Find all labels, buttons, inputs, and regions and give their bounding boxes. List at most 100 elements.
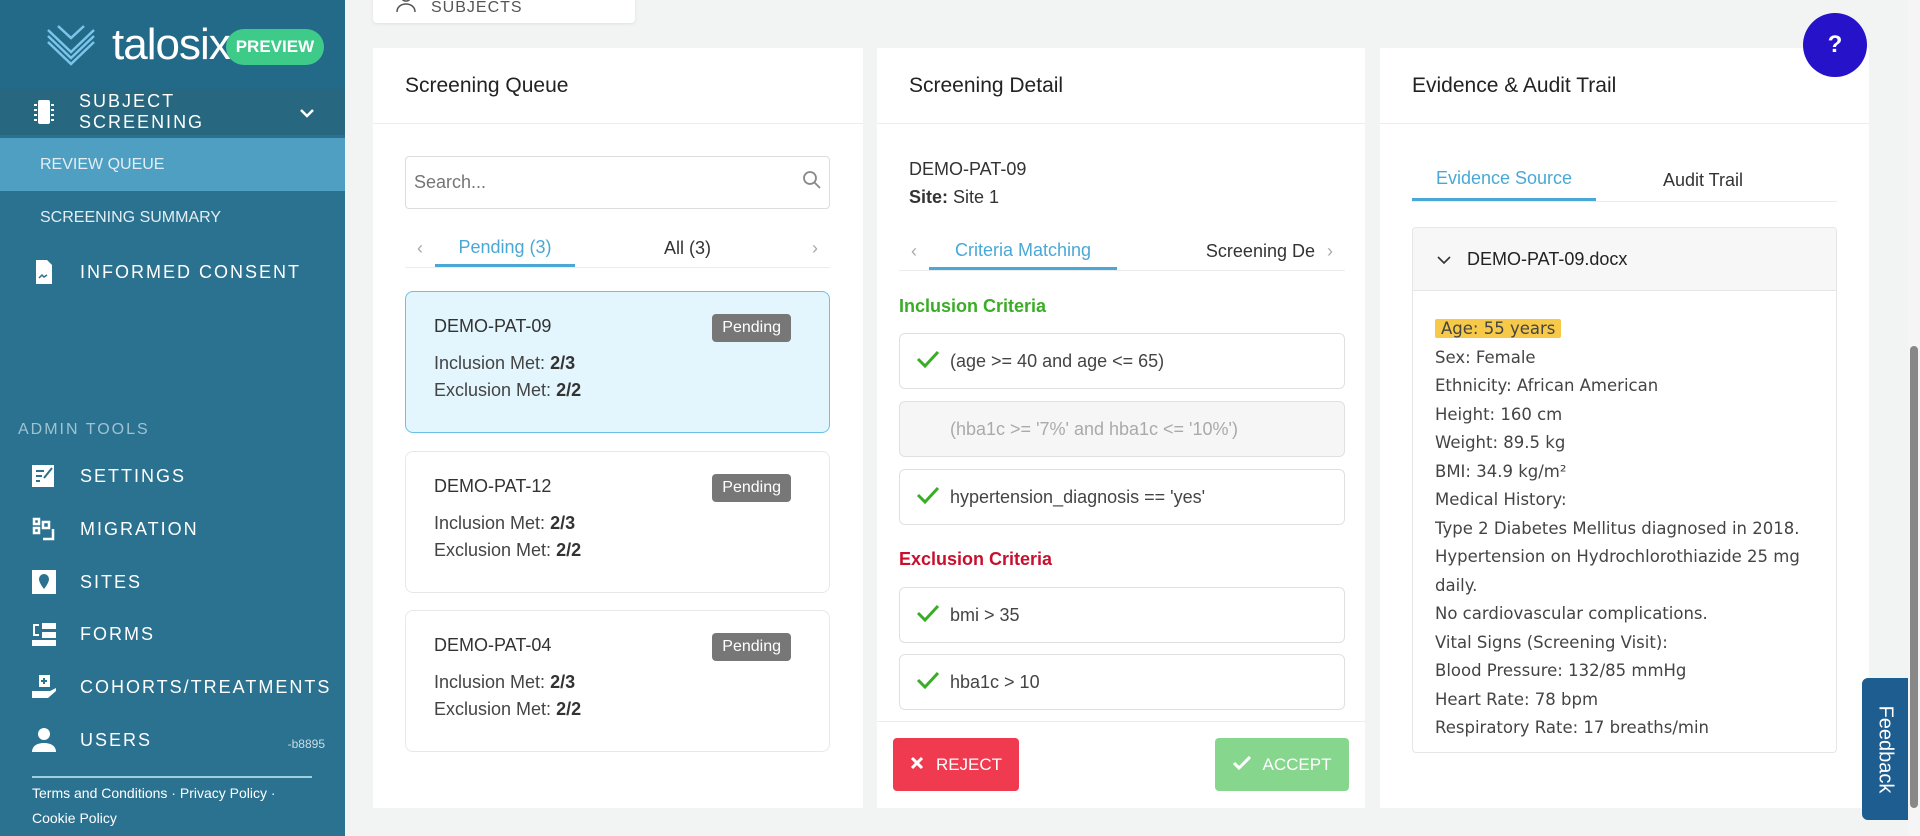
privacy-link[interactable]: Privacy Policy <box>180 785 267 801</box>
scrollbar-thumb[interactable] <box>1910 346 1918 808</box>
tab-audit-trail[interactable]: Audit Trail <box>1596 159 1810 201</box>
footer-links: Terms and Conditions · Privacy Policy · <box>32 785 276 801</box>
help-button[interactable]: ? <box>1803 13 1867 77</box>
logo[interactable]: talosix PREVIEW <box>0 0 345 89</box>
sidebar-item-review-queue[interactable]: REVIEW QUEUE <box>0 138 345 191</box>
document-content: Age: 55 years Sex: Female Ethnicity: Afri… <box>1413 291 1836 751</box>
queue-card[interactable]: DEMO-PAT-09 Pending Inclusion Met: 2/3 E… <box>405 291 830 433</box>
sidebar-item-label: INFORMED CONSENT <box>80 261 301 282</box>
evidence-line: BMI: 34.9 kg/m² <box>1435 461 1567 481</box>
sidebar: talosix PREVIEW SUBJECT SCREENING REVIEW… <box>0 0 345 836</box>
search-box[interactable] <box>405 156 830 209</box>
criterion-text: bmi > 35 <box>950 604 1020 625</box>
criterion-item[interactable]: (age >= 40 and age <= 65) <box>899 333 1345 389</box>
brand-name: talosix <box>112 19 231 69</box>
chevron-right-icon[interactable]: › <box>1315 241 1345 262</box>
tab-screening-details[interactable]: Screening De <box>1117 233 1315 270</box>
inclusion-value: 2/3 <box>550 513 576 533</box>
tab-all[interactable]: All (3) <box>575 230 800 267</box>
chevron-down-icon <box>1437 249 1451 270</box>
criterion-item[interactable]: bmi > 35 <box>899 587 1345 643</box>
chevron-down-icon <box>299 102 315 123</box>
location-pin-icon <box>30 570 58 594</box>
inclusion-label: Inclusion Met: <box>434 513 546 533</box>
status-badge: Pending <box>712 633 791 661</box>
sidebar-item-forms[interactable]: FORMS <box>0 612 345 656</box>
sidebar-item-sites[interactable]: SITES <box>0 560 345 604</box>
feedback-tab[interactable]: Feedback <box>1862 678 1908 820</box>
evidence-line: Blood Pressure: 132/85 mmHg <box>1435 661 1687 680</box>
admin-tools-heading: ADMIN TOOLS <box>18 421 150 438</box>
check-icon <box>916 486 942 509</box>
detail-subject-id: DEMO-PAT-09 <box>909 159 1027 179</box>
feedback-label: Feedback <box>1874 705 1897 793</box>
accept-button[interactable]: ACCEPT <box>1215 738 1349 791</box>
panel-title: Screening Detail <box>877 48 1365 124</box>
cookie-link[interactable]: Cookie Policy <box>32 810 117 826</box>
sidebar-item-informed-consent[interactable]: INFORMED CONSENT <box>0 250 345 294</box>
version-label: -b8895 <box>287 737 325 751</box>
divider <box>32 776 312 778</box>
inclusion-heading: Inclusion Criteria <box>899 296 1047 316</box>
queue-card[interactable]: DEMO-PAT-12 Pending Inclusion Met: 2/3 E… <box>405 451 830 593</box>
check-icon <box>1232 755 1251 775</box>
bulk-import-button[interactable]: BULK IMPORT SUBJECTS <box>373 0 635 23</box>
chevron-left-icon[interactable]: ‹ <box>405 238 435 259</box>
evidence-line: Type 2 Diabetes Mellitus diagnosed in 20… <box>1435 518 1800 538</box>
exclusion-label: Exclusion Met: <box>434 699 552 719</box>
sidebar-item-label: MIGRATION <box>80 518 199 539</box>
sidebar-item-label: SUBJECT SCREENING <box>79 91 205 132</box>
criterion-item[interactable]: hba1c > 10 <box>899 654 1345 710</box>
sidebar-item-screening-summary[interactable]: SCREENING SUMMARY <box>0 196 345 240</box>
search-input[interactable] <box>414 172 774 193</box>
reject-label: REJECT <box>935 754 1003 774</box>
document-header[interactable]: DEMO-PAT-09.docx <box>1413 228 1836 291</box>
status-badge: Pending <box>712 474 791 502</box>
highlighted-evidence: Age: 55 years <box>1435 319 1562 338</box>
criterion-item[interactable]: (hba1c >= '7%' and hba1c <= '10%') <box>899 401 1345 457</box>
detail-site: Site: Site 1 <box>909 187 999 208</box>
chevron-left-icon[interactable]: ‹ <box>899 241 929 262</box>
tab-criteria-matching[interactable]: Criteria Matching <box>929 233 1117 270</box>
bulk-import-label: BULK IMPORT SUBJECTS <box>431 0 523 16</box>
evidence-line: Weight: 89.5 kg <box>1435 433 1566 452</box>
evidence-line: No cardiovascular complications. <box>1435 604 1708 623</box>
site-value: Site 1 <box>953 187 1000 207</box>
migration-icon <box>30 517 58 541</box>
exclusion-label: Exclusion Met: <box>434 380 552 400</box>
evidence-line: Respiratory Rate: 17 breaths/min <box>1435 718 1710 737</box>
screening-detail-panel: Screening Detail DEMO-PAT-09 Site: Site … <box>877 48 1365 808</box>
panel-title: Screening Queue <box>373 48 863 124</box>
sidebar-item-settings[interactable]: SETTINGS <box>0 454 345 498</box>
sidebar-item-label: FORMS <box>80 623 155 644</box>
forms-icon <box>30 622 58 646</box>
evidence-line: Heart Rate: 78 bpm <box>1435 689 1599 709</box>
tab-pending[interactable]: Pending (3) <box>435 230 575 267</box>
sidebar-item-cohorts-treatments[interactable]: COHORTS/TREATMENTS <box>0 665 345 709</box>
terms-link[interactable]: Terms and Conditions <box>32 785 167 801</box>
medical-hand-icon <box>30 675 58 699</box>
evidence-line: Ethnicity: African American <box>1435 376 1659 395</box>
talosix-logo-icon <box>47 24 95 66</box>
reject-button[interactable]: REJECT <box>893 738 1019 791</box>
exclusion-value: 2/2 <box>556 699 582 719</box>
chevron-right-icon[interactable]: › <box>800 238 830 259</box>
criterion-item[interactable]: hypertension_diagnosis == 'yes' <box>899 469 1345 525</box>
evidence-line: Height: 160 cm <box>1435 404 1563 424</box>
evidence-document: DEMO-PAT-09.docx Age: 55 years Sex: Fema… <box>1412 227 1837 753</box>
sidebar-item-subject-screening[interactable]: SUBJECT SCREENING <box>0 89 345 135</box>
user-icon <box>30 728 58 752</box>
tab-evidence-source[interactable]: Evidence Source <box>1412 159 1596 201</box>
sidebar-item-migration[interactable]: MIGRATION <box>0 507 345 551</box>
preview-badge: PREVIEW <box>225 28 325 65</box>
evidence-line: Vital Signs (Screening Visit): <box>1435 632 1668 652</box>
separator: · <box>171 785 176 801</box>
check-icon <box>916 671 942 694</box>
exclusion-value: 2/2 <box>556 380 582 400</box>
evidence-line: Sex: Female <box>1435 347 1536 367</box>
queue-card[interactable]: DEMO-PAT-04 Pending Inclusion Met: 2/3 E… <box>405 610 830 752</box>
evidence-tabs: Evidence Source Audit Trail <box>1412 159 1837 202</box>
status-badge: Pending <box>712 314 791 342</box>
inclusion-value: 2/3 <box>550 672 576 692</box>
exclusion-label: Exclusion Met: <box>434 540 552 560</box>
